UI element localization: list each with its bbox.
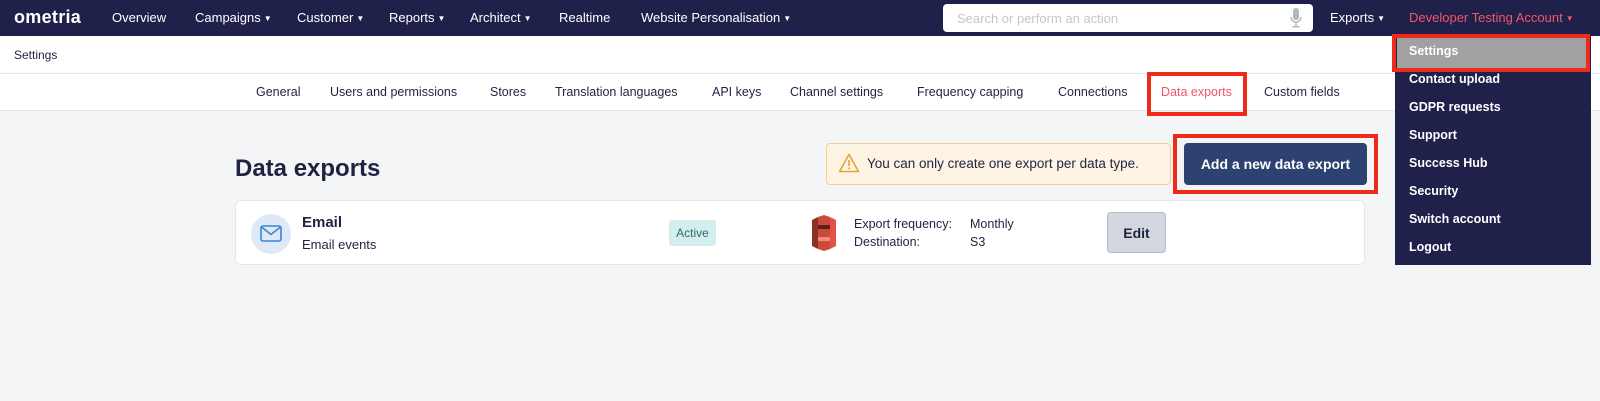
caret-down-icon: ▼ xyxy=(783,14,792,23)
highlight-box-menu xyxy=(1392,34,1590,72)
menu-item-success-hub[interactable]: Success Hub xyxy=(1409,156,1488,170)
tab-stores[interactable]: Stores xyxy=(490,85,526,99)
export-card-email: Email Email events Active Export frequen… xyxy=(235,200,1365,265)
mail-icon xyxy=(260,225,282,242)
email-avatar xyxy=(251,214,291,254)
tab-api-keys[interactable]: API keys xyxy=(712,85,761,99)
aws-s3-icon xyxy=(812,215,836,251)
status-badge: Active xyxy=(669,220,716,246)
tab-connections[interactable]: Connections xyxy=(1058,85,1128,99)
add-data-export-button[interactable]: Add a new data export xyxy=(1184,143,1367,185)
warning-icon xyxy=(838,153,860,173)
caret-down-icon: ▼ xyxy=(1565,14,1574,23)
destination-value: S3 xyxy=(970,235,986,249)
export-subtitle: Email events xyxy=(302,237,377,252)
export-frequency-label: Export frequency: xyxy=(854,217,952,231)
export-frequency-value: Monthly xyxy=(970,217,1014,231)
menu-item-security[interactable]: Security xyxy=(1409,184,1458,198)
nav-reports[interactable]: Reports ▼ xyxy=(389,10,445,25)
export-name: Email xyxy=(302,214,343,231)
caret-down-icon: ▼ xyxy=(263,14,272,23)
breadcrumb: Settings xyxy=(14,48,58,62)
logo-text: ometria xyxy=(14,7,82,27)
tab-custom-fields[interactable]: Custom fields xyxy=(1264,85,1340,99)
nav-exports[interactable]: Exports ▼ xyxy=(1330,10,1385,25)
destination-label: Destination: xyxy=(854,235,921,249)
caret-down-icon: ▼ xyxy=(1377,14,1385,23)
warning-text: You can only create one export per data … xyxy=(867,156,1139,171)
page-title: Data exports xyxy=(235,155,381,182)
nav-campaigns[interactable]: Campaigns ▼ xyxy=(195,10,272,25)
warning-banner: You can only create one export per data … xyxy=(826,143,1171,185)
nav-architect[interactable]: Architect ▼ xyxy=(470,10,532,25)
nav-customer[interactable]: Customer ▼ xyxy=(297,10,364,25)
tab-general[interactable]: General xyxy=(256,85,300,99)
menu-item-logout[interactable]: Logout xyxy=(1409,240,1451,254)
caret-down-icon: ▼ xyxy=(523,14,532,23)
caret-down-icon: ▼ xyxy=(356,14,365,23)
caret-down-icon: ▼ xyxy=(437,14,446,23)
menu-item-contact-upload[interactable]: Contact upload xyxy=(1409,72,1500,86)
highlight-box-tab xyxy=(1147,72,1247,116)
top-navbar: ometria Overview Campaigns ▼ Customer ▼ Re… xyxy=(0,0,1600,36)
page-header: Settings xyxy=(0,36,1600,74)
menu-item-switch-account[interactable]: Switch account xyxy=(1409,212,1501,226)
nav-overview[interactable]: Overview xyxy=(112,10,166,25)
tab-translation-languages[interactable]: Translation languages xyxy=(555,85,678,99)
microphone-icon[interactable] xyxy=(1290,8,1302,28)
settings-tabs: General Users and permissions Stores Tra… xyxy=(0,74,1600,111)
edit-button[interactable]: Edit xyxy=(1107,212,1166,253)
menu-item-gdpr-requests[interactable]: GDPR requests xyxy=(1409,100,1501,114)
search-input[interactable] xyxy=(943,4,1313,32)
menu-item-support[interactable]: Support xyxy=(1409,128,1457,142)
ometria-logo[interactable]: ometria xyxy=(14,7,81,28)
account-menu-toggle[interactable]: Developer Testing Account ▼ xyxy=(1409,10,1574,25)
tab-users-and-permissions[interactable]: Users and permissions xyxy=(330,85,457,99)
nav-realtime[interactable]: Realtime xyxy=(559,10,610,25)
tab-frequency-capping[interactable]: Frequency capping xyxy=(917,85,1023,99)
tab-channel-settings[interactable]: Channel settings xyxy=(790,85,883,99)
nav-website-personalisation[interactable]: Website Personalisation ▼ xyxy=(641,10,791,25)
